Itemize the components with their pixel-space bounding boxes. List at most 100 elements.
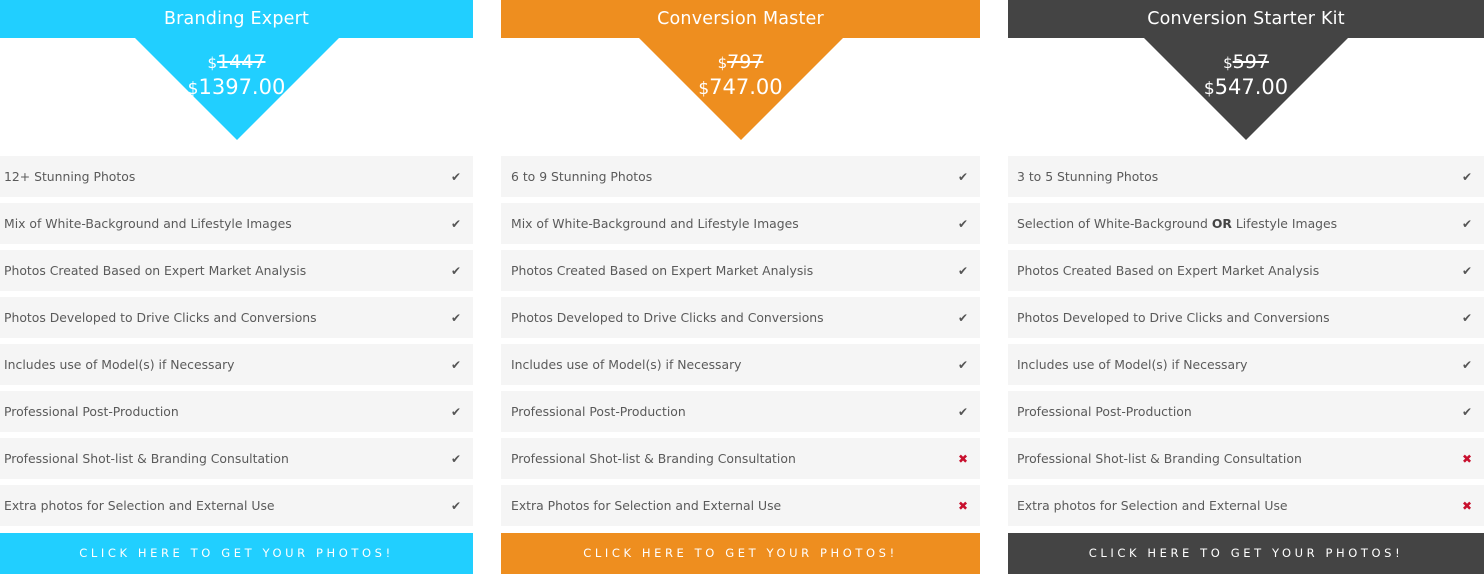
currency-symbol: $ <box>187 79 199 99</box>
check-icon: ✔ <box>450 169 462 184</box>
feature-row: Includes use of Model(s) if Necessary ✔ <box>1008 344 1484 385</box>
check-icon: ✔ <box>450 451 462 466</box>
feature-text: 12+ Stunning Photos <box>4 169 136 184</box>
check-icon: ✔ <box>957 169 969 184</box>
feature-row: Includes use of Model(s) if Necessary ✔ <box>501 344 980 385</box>
new-price: $747.00 <box>501 75 980 101</box>
feature-row: Extra photos for Selection and External … <box>1008 485 1484 526</box>
check-icon: ✔ <box>957 357 969 372</box>
feature-text: Professional Post-Production <box>511 404 686 419</box>
old-price: $597 <box>1008 50 1484 75</box>
feature-list: 6 to 9 Stunning Photos ✔ Mix of White-Back… <box>501 156 980 532</box>
feature-row: Selection of White-Background OR Lifesty… <box>1008 203 1484 244</box>
feature-text: Photos Developed to Drive Clicks and Con… <box>511 310 824 325</box>
new-price: $547.00 <box>1008 75 1484 101</box>
x-icon: ✖ <box>1461 451 1473 466</box>
feature-text: Professional Post-Production <box>4 404 179 419</box>
feature-text: Photos Created Based on Expert Market An… <box>1017 263 1320 278</box>
feature-text: Includes use of Model(s) if Necessary <box>511 357 742 372</box>
feature-text-part: Selection of White-Background <box>1017 216 1212 231</box>
get-photos-button[interactable]: CLICK HERE TO GET YOUR PHOTOS! <box>501 533 980 574</box>
price-box: $1447 $1397.00 <box>0 50 473 101</box>
x-icon: ✖ <box>957 451 969 466</box>
feature-text: Mix of White-Background and Lifestyle Im… <box>4 216 292 231</box>
feature-row: 3 to 5 Stunning Photos ✔ <box>1008 156 1484 197</box>
old-price: $1447 <box>0 50 473 75</box>
feature-list: 3 to 5 Stunning Photos ✔ Selection of Whit… <box>1008 156 1484 532</box>
plan-title: Conversion Master <box>501 0 980 38</box>
feature-text: Extra photos for Selection and External … <box>1017 498 1288 513</box>
feature-row: Extra photos for Selection and External … <box>0 485 473 526</box>
feature-text: Photos Developed to Drive Clicks and Con… <box>1017 310 1330 325</box>
old-price-amount: 797 <box>727 51 764 73</box>
feature-text: Professional Post-Production <box>1017 404 1192 419</box>
check-icon: ✔ <box>1461 263 1473 278</box>
feature-row: Photos Developed to Drive Clicks and Con… <box>501 297 980 338</box>
check-icon: ✔ <box>957 310 969 325</box>
feature-text: 3 to 5 Stunning Photos <box>1017 169 1159 184</box>
feature-text: Selection of White-Background OR Lifesty… <box>1017 216 1337 231</box>
price-box: $597 $547.00 <box>1008 50 1484 101</box>
feature-row: Professional Shot-list & Branding Consul… <box>501 438 980 479</box>
feature-row: Photos Created Based on Expert Market An… <box>501 250 980 291</box>
check-icon: ✔ <box>450 310 462 325</box>
feature-text: Mix of White-Background and Lifestyle Im… <box>511 216 799 231</box>
get-photos-button[interactable]: CLICK HERE TO GET YOUR PHOTOS! <box>1008 533 1484 574</box>
check-icon: ✔ <box>1461 357 1473 372</box>
old-price: $797 <box>501 50 980 75</box>
feature-row: Photos Developed to Drive Clicks and Con… <box>0 297 473 338</box>
feature-text: Photos Created Based on Expert Market An… <box>4 263 307 278</box>
feature-list: 12+ Stunning Photos ✔ Mix of White-Backgro… <box>0 156 473 532</box>
currency-symbol: $ <box>207 54 218 72</box>
feature-text: Extra Photos for Selection and External … <box>511 498 782 513</box>
feature-row: Professional Shot-list & Branding Consul… <box>0 438 473 479</box>
check-icon: ✔ <box>450 263 462 278</box>
check-icon: ✔ <box>450 404 462 419</box>
new-price-amount: 1397.00 <box>198 75 286 99</box>
old-price-amount: 1447 <box>217 51 266 73</box>
check-icon: ✔ <box>1461 404 1473 419</box>
currency-symbol: $ <box>1203 79 1215 99</box>
feature-row: Professional Post-Production ✔ <box>0 391 473 432</box>
feature-text: Photos Created Based on Expert Market An… <box>511 263 814 278</box>
feature-row: Photos Created Based on Expert Market An… <box>0 250 473 291</box>
feature-text: Photos Developed to Drive Clicks and Con… <box>4 310 317 325</box>
get-photos-button[interactable]: CLICK HERE TO GET YOUR PHOTOS! <box>0 533 473 574</box>
feature-text-emphasis: OR <box>1211 216 1232 231</box>
feature-text: Includes use of Model(s) if Necessary <box>1017 357 1248 372</box>
feature-row: Professional Post-Production ✔ <box>1008 391 1484 432</box>
feature-row: 12+ Stunning Photos ✔ <box>0 156 473 197</box>
pricing-plan-conversion-master: Conversion Master $797 $747.00 6 to 9 St… <box>501 0 980 576</box>
new-price-amount: 747.00 <box>709 75 783 99</box>
x-icon: ✖ <box>1461 498 1473 513</box>
check-icon: ✔ <box>1461 216 1473 231</box>
check-icon: ✔ <box>1461 310 1473 325</box>
new-price: $1397.00 <box>0 75 473 101</box>
feature-row: Professional Shot-list & Branding Consul… <box>1008 438 1484 479</box>
feature-text: Professional Shot-list & Branding Consul… <box>4 451 289 466</box>
feature-row: Photos Created Based on Expert Market An… <box>1008 250 1484 291</box>
feature-row: Mix of White-Background and Lifestyle Im… <box>0 203 473 244</box>
pricing-plan-conversion-starter-kit: Conversion Starter Kit $597 $547.00 3 to… <box>1008 0 1484 576</box>
currency-symbol: $ <box>698 79 710 99</box>
feature-row: Includes use of Model(s) if Necessary ✔ <box>0 344 473 385</box>
feature-row: Professional Post-Production ✔ <box>501 391 980 432</box>
check-icon: ✔ <box>1461 169 1473 184</box>
pricing-plan-branding-expert: Branding Expert $1447 $1397.00 12+ Stunn… <box>0 0 473 576</box>
check-icon: ✔ <box>450 498 462 513</box>
feature-row: Photos Developed to Drive Clicks and Con… <box>1008 297 1484 338</box>
feature-text: 6 to 9 Stunning Photos <box>511 169 653 184</box>
new-price-amount: 547.00 <box>1214 75 1289 99</box>
check-icon: ✔ <box>957 404 969 419</box>
feature-row: Mix of White-Background and Lifestyle Im… <box>501 203 980 244</box>
currency-symbol: $ <box>717 54 728 72</box>
check-icon: ✔ <box>957 263 969 278</box>
check-icon: ✔ <box>957 216 969 231</box>
feature-row: 6 to 9 Stunning Photos ✔ <box>501 156 980 197</box>
feature-text: Includes use of Model(s) if Necessary <box>4 357 235 372</box>
plan-title: Conversion Starter Kit <box>1008 0 1484 38</box>
price-box: $797 $747.00 <box>501 50 980 101</box>
feature-text: Extra photos for Selection and External … <box>4 498 275 513</box>
feature-text: Professional Shot-list & Branding Consul… <box>1017 451 1302 466</box>
check-icon: ✔ <box>450 357 462 372</box>
